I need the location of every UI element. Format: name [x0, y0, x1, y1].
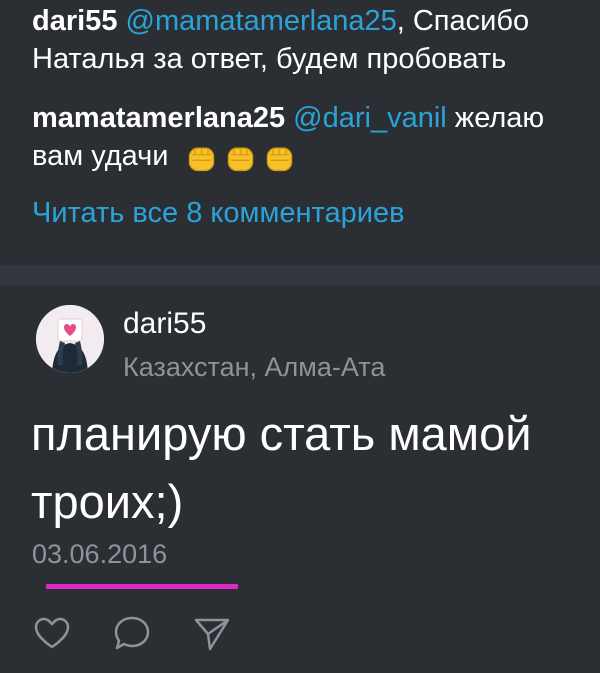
comment-mention[interactable]: @mamatamerlana25: [126, 5, 397, 37]
post-text: планирую стать мамой троих;): [31, 400, 591, 536]
post-date: 03.06.2016: [32, 539, 168, 569]
share-button[interactable]: [188, 610, 236, 658]
post-text-line2: троих;): [31, 475, 184, 528]
comment-text-line2: вам удачи: [32, 140, 169, 172]
raised-fist-icon: [227, 147, 253, 171]
comment-bubble-icon: [114, 616, 150, 650]
highlight-underline: [46, 584, 238, 589]
comment-item: mamatamerlana25 @dari_vanil желаю вам уд…: [32, 99, 600, 176]
comments-section: dari55 @mamatamerlana25, Спасибо Наталья…: [0, 0, 600, 262]
comment-text-line2: Наталья за ответ, будем пробовать: [32, 43, 507, 75]
avatar-image: [36, 305, 104, 373]
post-location[interactable]: Казахстан, Алма-Ата: [123, 352, 385, 383]
post-text-line1: планирую стать мамой: [31, 407, 532, 460]
post-actions: [28, 610, 236, 660]
comment-author[interactable]: dari55: [32, 5, 117, 37]
heart-icon: [34, 617, 70, 649]
raised-fist-icon: [266, 147, 292, 171]
comment-button[interactable]: [108, 610, 156, 658]
post-divider: [0, 265, 600, 285]
post-username[interactable]: dari55: [123, 307, 206, 341]
send-arrow-icon: [194, 618, 230, 651]
like-button[interactable]: [28, 610, 76, 658]
read-all-comments-link[interactable]: Читать все 8 комментариев: [32, 197, 404, 230]
raised-fist-icon: [188, 147, 214, 171]
comment-item: dari55 @mamatamerlana25, Спасибо Наталья…: [32, 2, 600, 78]
comment-author[interactable]: mamatamerlana25: [32, 102, 285, 134]
avatar[interactable]: [36, 305, 104, 373]
comment-text: желаю: [446, 102, 545, 134]
emoji-row: [183, 139, 298, 176]
comment-text: , Спасибо: [396, 5, 530, 37]
comment-mention[interactable]: @dari_vanil: [293, 102, 447, 134]
